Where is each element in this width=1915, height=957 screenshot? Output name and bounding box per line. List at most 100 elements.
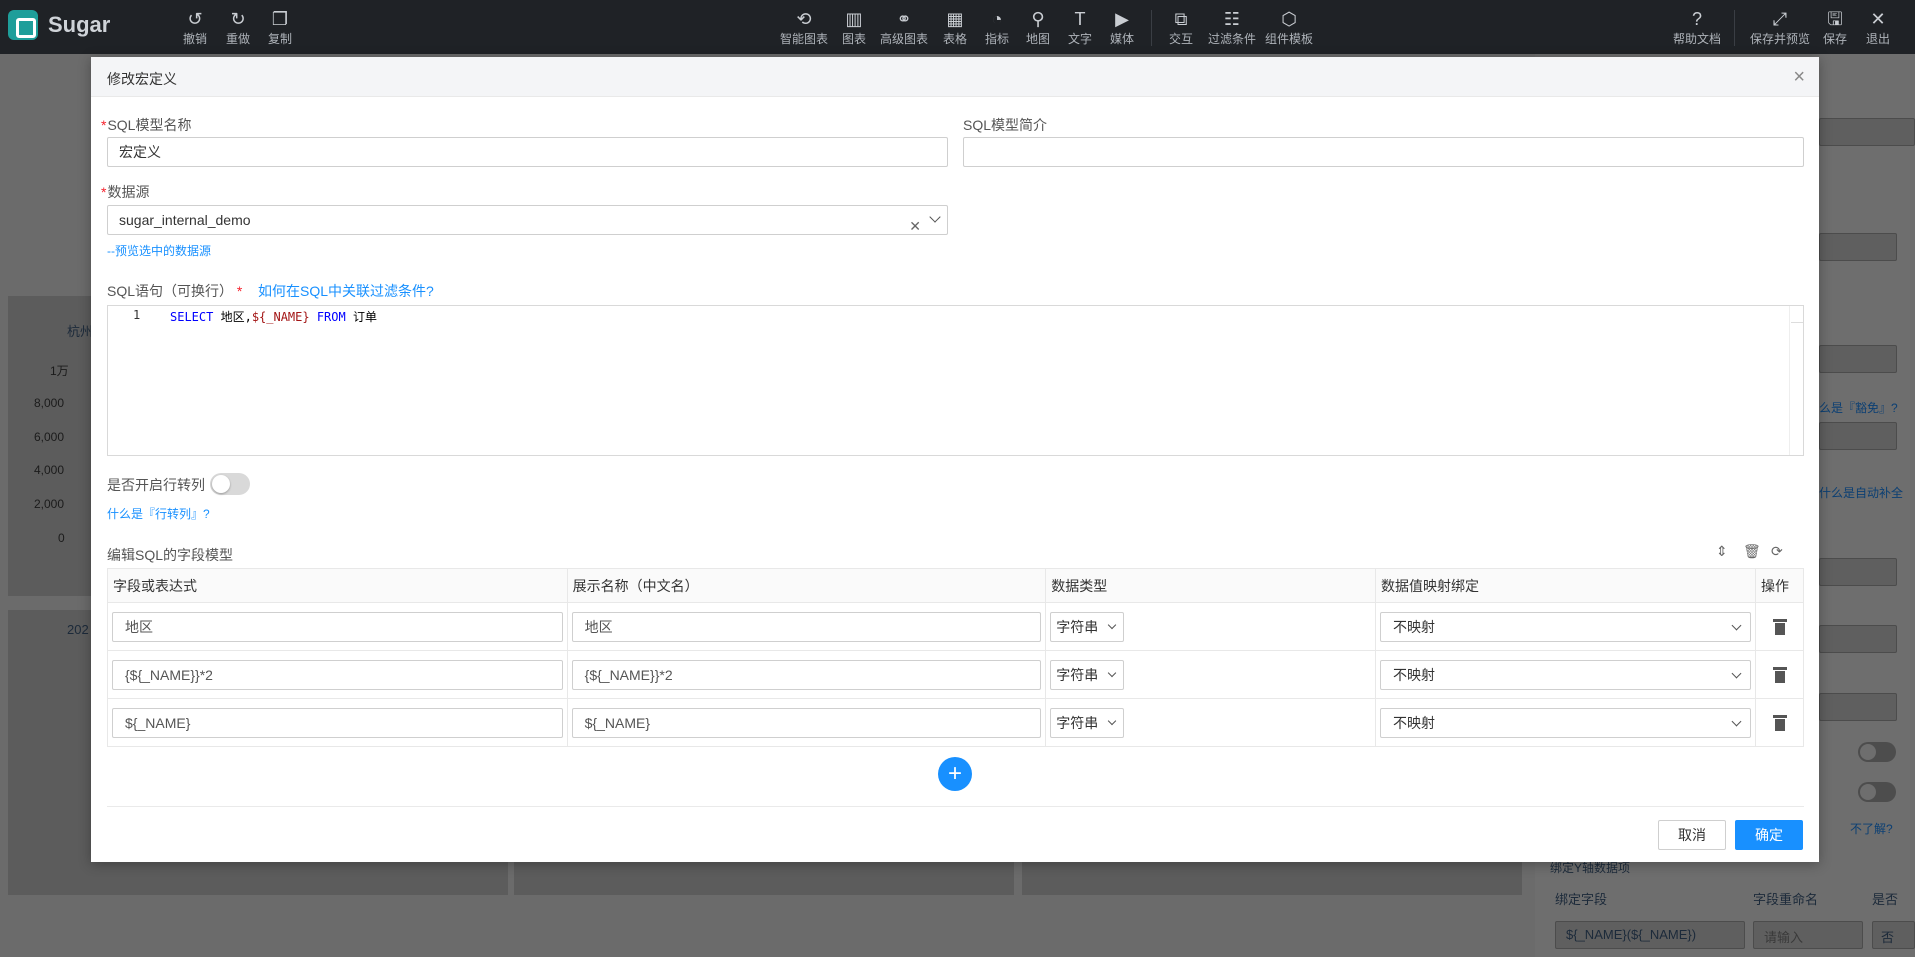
chevron-down-icon <box>1731 716 1742 726</box>
col-header-action: 操作 <box>1755 568 1804 603</box>
help-doc-button[interactable]: ? 帮助文档 <box>1667 8 1727 47</box>
background-rename-input: 请输入 <box>1753 921 1863 949</box>
background-col-bind-field: 绑定字段 <box>1555 892 1608 907</box>
dialog-title: 修改宏定义 <box>107 71 177 87</box>
sort-icon[interactable]: ⇕ <box>1716 543 1728 560</box>
dialog-close-icon[interactable]: × <box>1793 66 1805 89</box>
background-col-rename: 字段重命名 <box>1753 892 1819 907</box>
clear-icon[interactable]: ✕ <box>909 212 921 240</box>
sql-filter-help-link[interactable]: 如何在SQL中关联过滤条件? <box>258 281 434 301</box>
expr-input[interactable]: {${_NAME}}*2 <box>112 659 563 690</box>
table-row: ${_NAME} ${_NAME} 字符串 不映射 <box>107 698 1804 747</box>
y-tick: 6,000 <box>34 430 65 444</box>
refresh-icon[interactable]: ⟳ <box>1771 543 1783 560</box>
background-panel <box>1022 862 1522 895</box>
background-toggle <box>1858 782 1896 802</box>
editor-gutter: 1 <box>108 306 156 455</box>
confirm-button[interactable]: 确定 <box>1735 820 1803 850</box>
help-icon: ? <box>1691 9 1702 29</box>
chevron-down-icon <box>1108 620 1117 629</box>
background-is-select: 否 <box>1872 921 1915 949</box>
cancel-button[interactable]: 取消 <box>1658 820 1726 850</box>
plus-icon: + <box>947 760 962 787</box>
background-panel <box>514 862 1014 895</box>
datasource-value: sugar_internal_demo <box>119 212 251 228</box>
delete-row-icon[interactable] <box>1772 666 1787 683</box>
chevron-down-icon <box>1731 620 1742 630</box>
table-row: {${_NAME}}*2 {${_NAME}}*2 字符串 不映射 <box>107 650 1804 699</box>
background-select <box>1819 558 1897 586</box>
pivot-toggle[interactable] <box>210 473 250 495</box>
app-name: Sugar <box>48 12 111 37</box>
filter-button[interactable]: ☷ 过滤条件 <box>1202 8 1262 47</box>
field-model-table: 字段或表达式 展示名称（中文名） 数据类型 数据值映射绑定 操作 地区 地区 字… <box>107 568 1804 747</box>
value-mapping-select[interactable]: 不映射 <box>1380 611 1751 642</box>
required-mark: * <box>236 283 243 299</box>
model-name-label: *SQL模型名称 <box>101 117 192 133</box>
exit-button[interactable]: ✕ 退出 <box>1848 8 1908 47</box>
app-logo[interactable]: Sugar <box>8 10 110 40</box>
field-model-label: 编辑SQL的字段模型 <box>107 547 234 563</box>
data-type-select[interactable]: 字符串 <box>1050 659 1125 690</box>
data-type-select[interactable]: 字符串 <box>1050 611 1125 642</box>
y-tick: 8,000 <box>34 396 65 410</box>
model-name-input[interactable]: 宏定义 <box>107 137 948 167</box>
value-mapping-select[interactable]: 不映射 <box>1380 707 1751 738</box>
background-select <box>1819 693 1897 721</box>
background-select <box>1819 422 1897 450</box>
y-tick: 4,000 <box>34 463 65 477</box>
expr-input[interactable]: ${_NAME} <box>112 707 563 738</box>
template-button[interactable]: ⬡ 组件模板 <box>1259 8 1319 47</box>
background-year-label: 202 <box>67 622 89 637</box>
chevron-down-icon <box>1108 716 1117 725</box>
datasource-label: *数据源 <box>101 184 150 200</box>
col-header-expr: 字段或表达式 <box>107 568 568 603</box>
delete-row-icon[interactable] <box>1772 714 1787 731</box>
trash-all-icon[interactable]: 🗑 <box>1743 543 1761 560</box>
background-chart-title: 杭州 <box>67 324 94 339</box>
preview-datasource-link[interactable]: --预览选中的数据源 <box>107 242 211 259</box>
line-number: 1 <box>133 308 141 322</box>
chevron-down-icon <box>1108 668 1117 677</box>
sql-editor[interactable]: 1 SELECT 地区,${_NAME} FROM 订单 <box>107 305 1804 456</box>
y-tick: 1万 <box>50 364 69 378</box>
edit-macro-dialog: 修改宏定义 × *SQL模型名称 宏定义 SQL模型简介 *数据源 sugar_… <box>91 57 1819 862</box>
top-toolbar: Sugar ↺ 撤销 ↻ 重做 ❐ 复制 ⟲ 智能图表 ▥ 图表 ⚭ 高级图表 ▦ 表格 ◔ 指… <box>0 0 1915 54</box>
datasource-select[interactable]: sugar_internal_demo ✕ <box>107 205 948 235</box>
filter-icon: ☷ <box>1223 9 1241 29</box>
table-row: 地区 地区 字符串 不映射 <box>107 602 1804 651</box>
y-tick: 0 <box>58 531 65 545</box>
display-name-input[interactable]: {${_NAME}}*2 <box>571 659 1042 690</box>
chevron-down-icon <box>929 211 941 223</box>
background-link: 么是『豁免』? <box>1819 401 1898 415</box>
footer-divider <box>107 806 1804 807</box>
model-desc-label: SQL模型简介 <box>963 117 1048 133</box>
col-header-mapping: 数据值映射绑定 <box>1375 568 1756 603</box>
col-header-type: 数据类型 <box>1045 568 1376 603</box>
copy-button[interactable]: ❐ 复制 <box>250 8 310 47</box>
sql-code-line: SELECT 地区,${_NAME} FROM 订单 <box>170 310 377 324</box>
toolbar-divider <box>1734 10 1735 46</box>
display-name-input[interactable]: ${_NAME} <box>571 707 1042 738</box>
editor-scrollbar[interactable] <box>1789 306 1803 455</box>
background-input <box>1819 118 1915 146</box>
data-type-select[interactable]: 字符串 <box>1050 707 1125 738</box>
delete-row-icon[interactable] <box>1772 618 1787 635</box>
template-icon: ⬡ <box>1281 9 1297 29</box>
save-preview-button[interactable]: ⤢ 保存并预览 <box>1750 8 1810 47</box>
expand-icon: ⤢ <box>1772 9 1788 29</box>
value-mapping-select[interactable]: 不映射 <box>1380 659 1751 690</box>
y-tick: 2,000 <box>34 497 65 511</box>
display-name-input[interactable]: 地区 <box>571 611 1042 642</box>
model-desc-input[interactable] <box>963 137 1804 167</box>
dialog-header: 修改宏定义 × <box>91 57 1819 97</box>
media-button[interactable]: ▶ 媒体 <box>1092 8 1152 47</box>
expr-input[interactable]: 地区 <box>112 611 563 642</box>
pivot-label: 是否开启行转列 <box>107 477 205 493</box>
background-link: 不了解? <box>1850 822 1893 836</box>
required-mark: * <box>101 184 107 200</box>
background-select <box>1819 345 1897 373</box>
sql-label: SQL语句（可换行） * <box>107 283 243 299</box>
add-field-button[interactable]: + <box>938 757 972 791</box>
pivot-help-link[interactable]: 什么是『行转列』? <box>107 505 210 522</box>
